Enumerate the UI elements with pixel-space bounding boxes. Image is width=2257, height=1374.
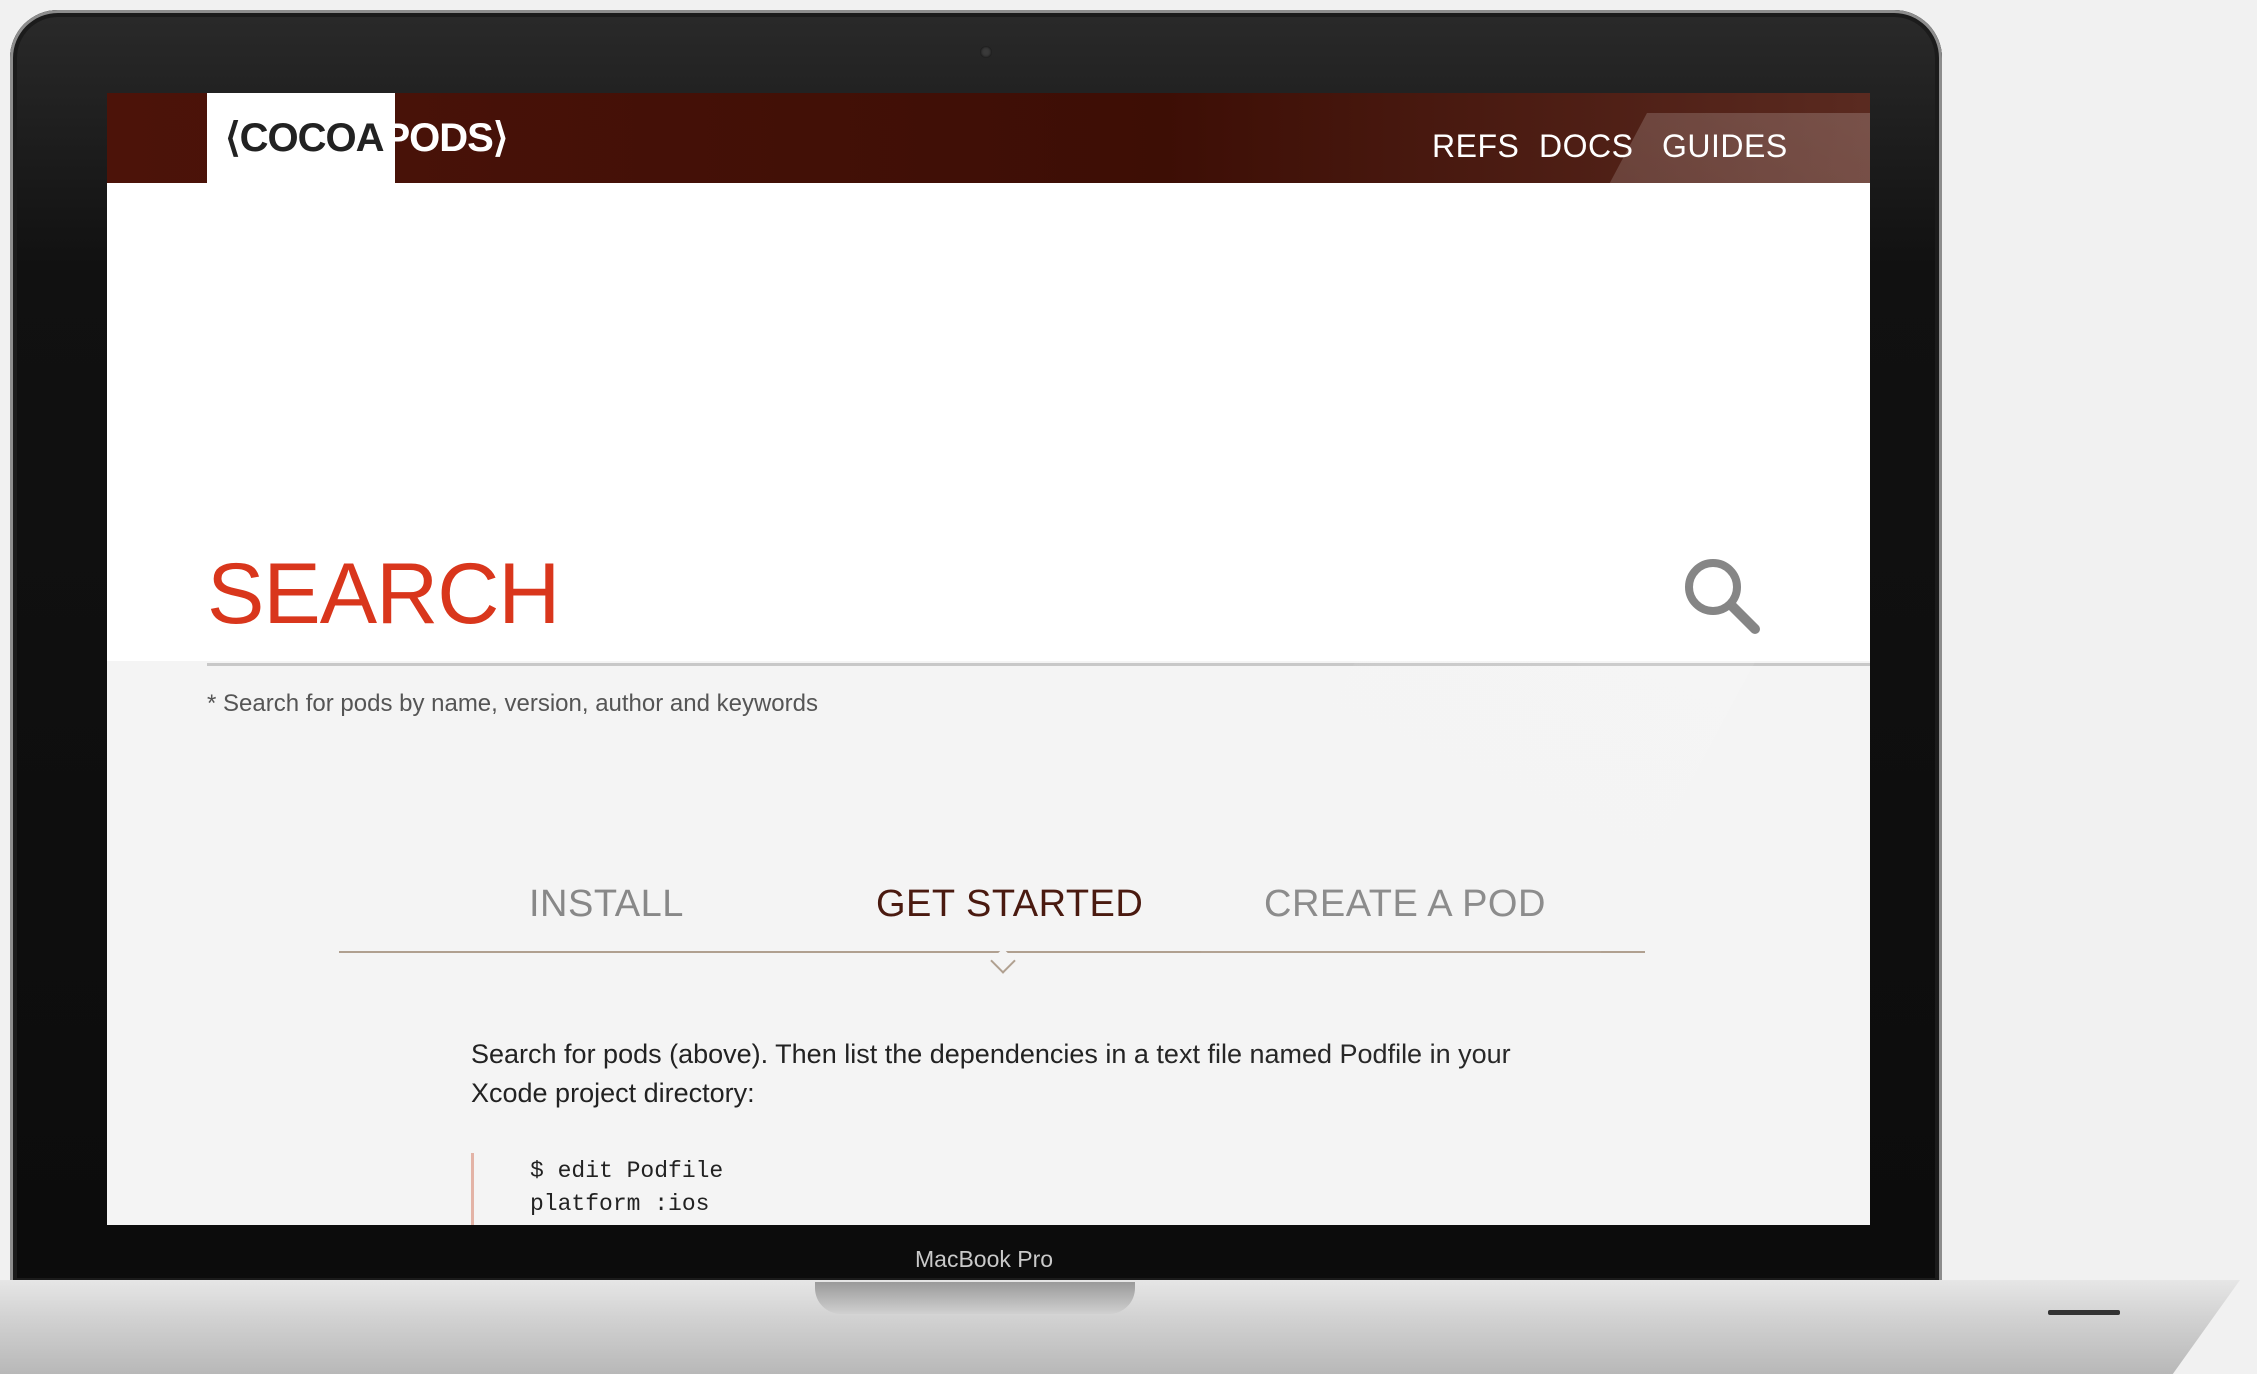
lid-notch [815, 1282, 1135, 1314]
get-started-description: Search for pods (above). Then list the d… [471, 1039, 1511, 1108]
tab-create-a-pod[interactable]: CREATE A POD [1264, 883, 1546, 926]
nav-docs-link[interactable]: DOCS [1539, 128, 1633, 165]
search-icon[interactable] [1679, 553, 1765, 639]
logo-part-pods: PODS⟩ [383, 116, 509, 160]
sleep-indicator-icon [2048, 1310, 2120, 1315]
tab-get-started[interactable]: GET STARTED [876, 883, 1143, 926]
search-hint: * Search for pods by name, version, auth… [207, 690, 818, 717]
tab-divider [339, 951, 1645, 953]
logo-part-cocoa: ⟨COCOA [225, 116, 384, 160]
top-navbar: ⟨COCOAPODS⟩ REFS DOCS GUIDES [107, 93, 1870, 183]
code-block-marker [471, 1153, 474, 1225]
nav-refs-link[interactable]: REFS [1432, 128, 1519, 165]
search-input[interactable]: SEARCH [207, 545, 560, 644]
screen: ⟨COCOAPODS⟩ REFS DOCS GUIDES SEARCH * Se… [107, 93, 1870, 1225]
camera-icon [980, 46, 992, 58]
device-label: MacBook Pro [915, 1246, 1054, 1272]
code-block: $ edit Podfile platform :ios [530, 1158, 724, 1217]
nav-guides-link[interactable]: GUIDES [1662, 128, 1788, 165]
search-underline [207, 663, 1870, 666]
tab-install[interactable]: INSTALL [529, 883, 684, 926]
cocoapods-logo[interactable]: ⟨COCOAPODS⟩ [225, 115, 509, 161]
laptop-lid: ⟨COCOAPODS⟩ REFS DOCS GUIDES SEARCH * Se… [10, 10, 1942, 1285]
